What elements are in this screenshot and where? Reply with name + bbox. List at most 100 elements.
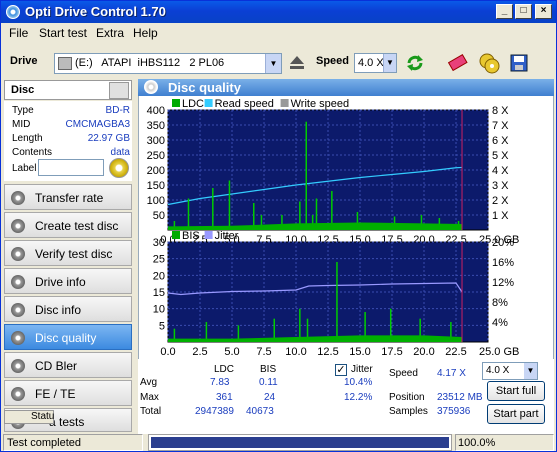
y-tick-label: 150	[147, 180, 165, 192]
x-tick-label: 20.0	[413, 346, 434, 358]
disc-quality-charts: 400 350 300 250 200 150 100 50 8 X 7 X 6 X 5 X 4 X 3 …	[147, 98, 520, 358]
y-right-tick-label: 3 X	[492, 180, 509, 192]
y-right-tick-label: 8%	[492, 297, 508, 309]
app-disc-icon	[6, 5, 20, 19]
start-full-button[interactable]: Start full	[487, 381, 545, 401]
drive-icon	[58, 57, 72, 70]
refresh-icon[interactable]	[403, 51, 427, 75]
x-tick-label: 2.5	[192, 346, 207, 358]
chevron-down-icon[interactable]: ▼	[265, 54, 281, 73]
disc-header-button[interactable]	[109, 82, 129, 99]
x-tick-label: 17.5	[381, 346, 402, 358]
label-key-text: Label	[12, 163, 37, 174]
y-tick-label: 10	[153, 304, 165, 316]
legend-label: Write speed	[291, 98, 350, 110]
y-tick-label: 30	[153, 237, 165, 249]
status-tooltip: Statu	[4, 410, 54, 424]
y-tick-label: 300	[147, 135, 165, 147]
sidebar-item-fe-te[interactable]: FE / TE	[4, 380, 132, 406]
start-part-button[interactable]: Start part	[487, 404, 545, 424]
disc-icon	[11, 219, 25, 233]
eject-icon[interactable]	[285, 51, 309, 75]
progress-bar	[148, 434, 452, 451]
disc-label-input[interactable]	[38, 159, 104, 176]
y-tick-label: 20	[153, 270, 165, 282]
copy-disc-icon[interactable]	[477, 51, 501, 75]
disc-icon	[11, 303, 25, 317]
status-text-panel: Test completed	[3, 434, 143, 451]
sidebar-item-cd-bler[interactable]: CD Bler	[4, 352, 132, 378]
y-tick-label: 50	[153, 210, 165, 222]
maximize-button[interactable]: □	[515, 4, 532, 19]
legend-swatch	[204, 99, 213, 107]
menu-file[interactable]: File	[9, 26, 28, 40]
x-tick-label: 10.0	[285, 346, 306, 358]
stats-position-label: Position	[389, 392, 425, 403]
info-key: Contents	[12, 147, 53, 158]
stats-avg-bis: 0.11	[259, 377, 278, 388]
save-icon[interactable]	[507, 51, 531, 75]
minimize-button[interactable]: _	[496, 4, 513, 19]
test-speed-select[interactable]: 4.0 X ▼	[482, 362, 538, 380]
x-tick-label: 22.5	[445, 346, 466, 358]
menu-extra[interactable]: Extra	[96, 26, 124, 40]
app-window: Opti Drive Control 1.70 _ □ × File Start…	[0, 0, 557, 452]
info-key: Length	[12, 133, 43, 144]
disc-icon	[11, 387, 25, 401]
y-tick-label: 200	[147, 165, 165, 177]
legend-swatch	[204, 231, 213, 239]
progress-fill	[151, 437, 449, 448]
stats-avg-jitter: 10.4%	[344, 377, 373, 388]
disc-quality-header: Disc quality	[138, 79, 554, 96]
status-percent: 100.0%	[458, 437, 496, 449]
y-tick-label: 5	[159, 320, 165, 332]
y-right-tick-label: 4 X	[492, 165, 509, 177]
sidebar-item-transfer-rate[interactable]: Transfer rate	[4, 184, 132, 210]
disc-label-icon[interactable]	[109, 158, 129, 178]
status-text: Test completed	[7, 437, 81, 449]
info-value: CMCMAGBA3	[65, 119, 130, 130]
sidebar-item-label: FE / TE	[35, 387, 76, 401]
y-right-tick-label: 7 X	[492, 120, 509, 132]
sidebar-item-label: Transfer rate	[35, 191, 104, 205]
sidebar-item-drive-info[interactable]: Drive info	[4, 268, 132, 294]
y-right-tick-label: 8 X	[492, 105, 509, 117]
menu-help[interactable]: Help	[133, 26, 158, 40]
chevron-down-icon[interactable]: ▼	[524, 363, 537, 379]
legend-swatch	[172, 231, 180, 239]
stats-row-label: Total	[140, 406, 162, 417]
y-tick-label: 15	[153, 287, 165, 299]
chevron-down-icon[interactable]: ▼	[383, 54, 396, 72]
legend-swatch	[280, 99, 289, 107]
info-value: data	[110, 147, 130, 158]
disc-header-title: Disc	[11, 84, 35, 96]
sidebar-item-disc-quality[interactable]: Disc quality	[4, 324, 132, 350]
x-tick-label: 5.0	[224, 346, 239, 358]
sidebar-item-verify-test-disc[interactable]: Verify test disc	[4, 240, 132, 266]
sidebar-item-label: Disc quality	[35, 331, 97, 345]
close-button[interactable]: ×	[535, 4, 552, 19]
disc-panel-header: Disc	[4, 80, 132, 100]
info-value: BD-R	[105, 105, 130, 116]
speed-select[interactable]: 4.0 X ▼	[354, 53, 397, 73]
menu-start-test[interactable]: Start test	[39, 26, 87, 40]
stats-position-value: 23512 MB	[437, 392, 483, 403]
status-percent-panel: 100.0%	[455, 434, 554, 451]
menu-bar: File Start test Extra Help	[1, 23, 556, 42]
drive-select[interactable]: (E:) ATAPI iHBS112 2 PL06 ▼	[54, 53, 282, 74]
drive-label: Drive	[10, 55, 38, 67]
window-title: Opti Drive Control 1.70	[25, 4, 166, 19]
disc-icon	[144, 80, 158, 94]
stats-row-label: Max	[140, 392, 159, 403]
x-tick-label: 0.0	[160, 346, 175, 358]
status-tooltip-text: Statu	[31, 411, 55, 422]
drive-select-value: (E:) ATAPI iHBS112 2 PL06	[75, 57, 225, 69]
y-tick-label: 400	[147, 105, 165, 117]
legend-label: BIS	[182, 230, 200, 242]
sidebar-item-create-test-disc[interactable]: Create test disc	[4, 212, 132, 238]
eraser-icon[interactable]	[446, 51, 470, 75]
jitter-checkbox[interactable]: ✓	[335, 364, 347, 376]
y-tick-label: 25	[153, 254, 165, 266]
legend-label: Jitter	[215, 230, 239, 242]
sidebar-item-disc-info[interactable]: Disc info	[4, 296, 132, 322]
